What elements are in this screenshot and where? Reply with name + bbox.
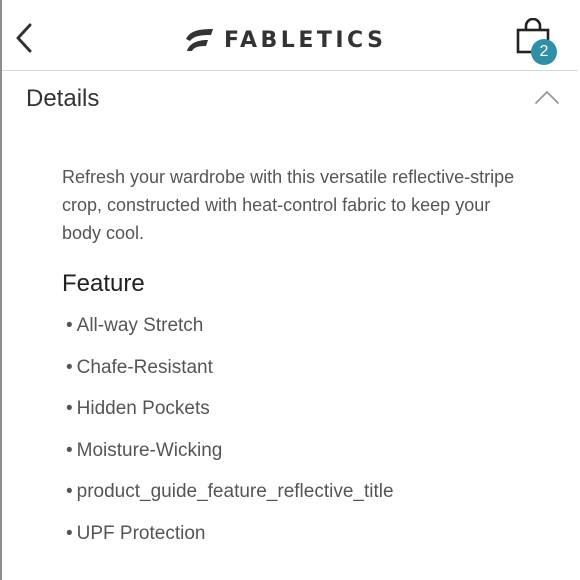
brand-name: FABLETICS bbox=[224, 27, 387, 53]
feature-label: Moisture-Wicking bbox=[76, 439, 223, 461]
feature-label: All-way Stretch bbox=[76, 315, 204, 336]
feature-label: Chafe-Resistant bbox=[76, 356, 213, 378]
cart-count-badge: 2 bbox=[531, 39, 557, 65]
brand-logo[interactable]: FABLETICS bbox=[184, 25, 386, 55]
app-frame: FABLETICS 2 Details Refresh your wardrob… bbox=[0, 0, 578, 580]
feature-label: Hidden Pockets bbox=[76, 398, 210, 419]
product-description: Refresh your wardrobe with this versatil… bbox=[62, 167, 515, 243]
chevron-left-icon bbox=[16, 23, 32, 53]
details-content: Refresh your wardrobe with this versatil… bbox=[62, 163, 532, 563]
top-nav-bar: FABLETICS 2 bbox=[2, 0, 578, 71]
list-item: • Hidden Pockets bbox=[66, 398, 210, 419]
details-accordion-header[interactable]: Details bbox=[2, 71, 578, 131]
back-button[interactable] bbox=[10, 20, 40, 56]
section-title: Details bbox=[26, 85, 100, 112]
list-item: • Chafe-Resistant bbox=[66, 356, 213, 378]
chevron-up-icon[interactable] bbox=[532, 87, 562, 107]
feature-label: UPF Protection bbox=[76, 522, 206, 544]
list-item: • All-way Stretch bbox=[66, 315, 204, 336]
list-item: • UPF Protection bbox=[66, 522, 206, 544]
feature-list: • All-way Stretch • Chafe-Resistant • Hidde… bbox=[66, 314, 532, 563]
feature-label: product_guide_feature_reflective_title bbox=[76, 481, 394, 502]
list-item: • product_guide_feature_reflective_title bbox=[66, 481, 394, 502]
fabletics-logo-icon bbox=[186, 29, 213, 51]
feature-heading: Feature bbox=[62, 270, 145, 297]
list-item: • Moisture-Wicking bbox=[66, 439, 223, 461]
